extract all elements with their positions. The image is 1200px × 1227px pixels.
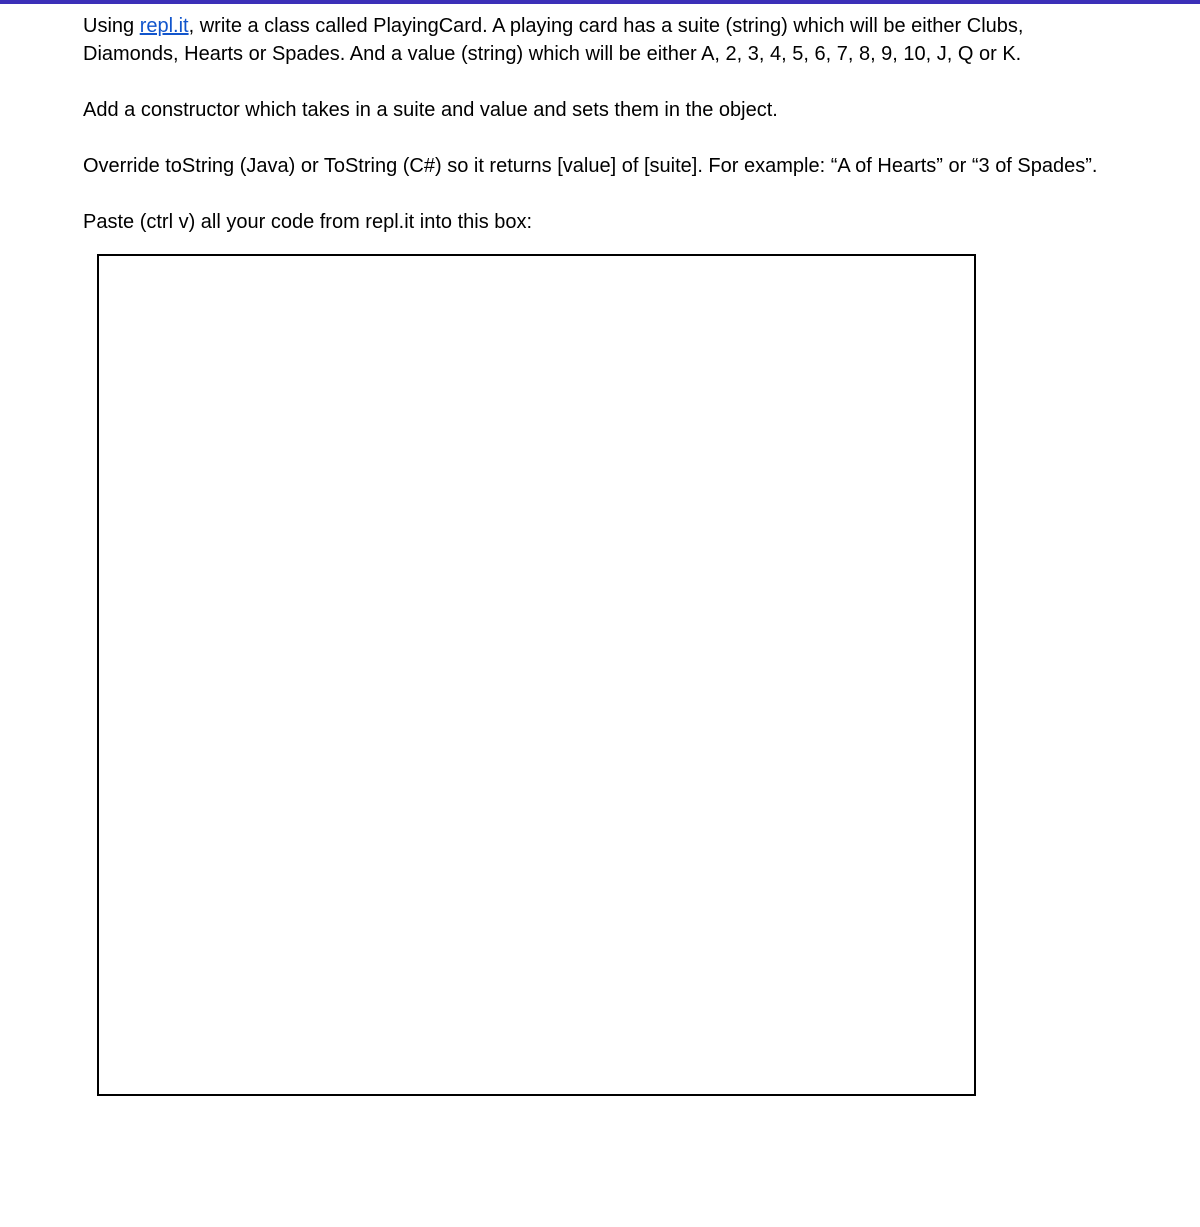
replit-link[interactable]: repl.it (140, 15, 189, 37)
paragraph-instructions-3: Override toString (Java) or ToString (C#… (83, 152, 1117, 180)
paragraph-paste-prompt: Paste (ctrl v) all your code from repl.i… (83, 208, 1117, 236)
answer-textbox[interactable] (97, 254, 976, 1096)
document-content: Using repl.it, write a class called Play… (0, 4, 1200, 1136)
text-after-link: , write a class called PlayingCard. A pl… (83, 15, 1023, 65)
paragraph-instructions-2: Add a constructor which takes in a suite… (83, 96, 1117, 124)
text-before-link: Using (83, 15, 140, 37)
paragraph-instructions-1: Using repl.it, write a class called Play… (83, 12, 1117, 68)
